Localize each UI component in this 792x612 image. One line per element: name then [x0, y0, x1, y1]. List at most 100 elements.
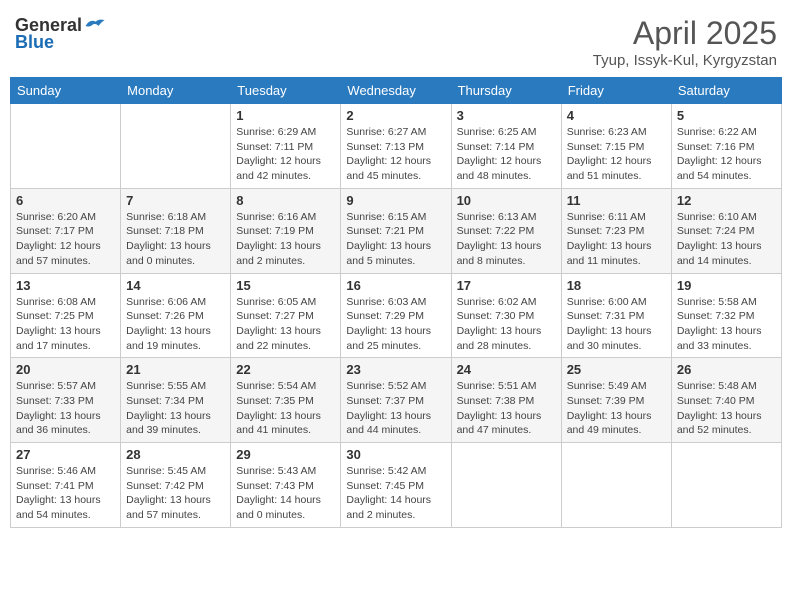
calendar: SundayMondayTuesdayWednesdayThursdayFrid… — [10, 77, 782, 528]
calendar-cell: 1 Sunrise: 6:29 AMSunset: 7:11 PMDaylight… — [231, 104, 341, 189]
day-info: Sunrise: 5:45 AMSunset: 7:42 PMDaylight:… — [126, 464, 225, 523]
day-info: Sunrise: 6:22 AMSunset: 7:16 PMDaylight:… — [677, 125, 776, 184]
day-number: 2 — [346, 108, 445, 123]
calendar-cell: 28 Sunrise: 5:45 AMSunset: 7:42 PMDayligh… — [121, 443, 231, 528]
calendar-cell: 9 Sunrise: 6:15 AMSunset: 7:21 PMDaylight… — [341, 188, 451, 273]
day-info: Sunrise: 5:42 AMSunset: 7:45 PMDaylight:… — [346, 464, 445, 523]
calendar-cell: 22 Sunrise: 5:54 AMSunset: 7:35 PMDayligh… — [231, 358, 341, 443]
day-number: 24 — [457, 362, 556, 377]
day-info: Sunrise: 6:10 AMSunset: 7:24 PMDaylight:… — [677, 210, 776, 269]
weekday-header-monday: Monday — [121, 78, 231, 104]
calendar-cell — [121, 104, 231, 189]
calendar-cell: 10 Sunrise: 6:13 AMSunset: 7:22 PMDayligh… — [451, 188, 561, 273]
day-info: Sunrise: 6:25 AMSunset: 7:14 PMDaylight:… — [457, 125, 556, 184]
calendar-cell: 13 Sunrise: 6:08 AMSunset: 7:25 PMDayligh… — [11, 273, 121, 358]
month-title: April 2025 — [593, 15, 777, 52]
day-number: 23 — [346, 362, 445, 377]
day-number: 26 — [677, 362, 776, 377]
logo: General Blue — [15, 15, 106, 53]
day-info: Sunrise: 5:54 AMSunset: 7:35 PMDaylight:… — [236, 379, 335, 438]
calendar-cell: 5 Sunrise: 6:22 AMSunset: 7:16 PMDaylight… — [671, 104, 781, 189]
calendar-cell: 3 Sunrise: 6:25 AMSunset: 7:14 PMDaylight… — [451, 104, 561, 189]
day-info: Sunrise: 6:16 AMSunset: 7:19 PMDaylight:… — [236, 210, 335, 269]
calendar-cell: 12 Sunrise: 6:10 AMSunset: 7:24 PMDayligh… — [671, 188, 781, 273]
day-info: Sunrise: 6:27 AMSunset: 7:13 PMDaylight:… — [346, 125, 445, 184]
day-number: 1 — [236, 108, 335, 123]
day-info: Sunrise: 5:57 AMSunset: 7:33 PMDaylight:… — [16, 379, 115, 438]
day-number: 4 — [567, 108, 666, 123]
logo-bird-icon — [84, 17, 106, 35]
weekday-header-wednesday: Wednesday — [341, 78, 451, 104]
day-info: Sunrise: 6:13 AMSunset: 7:22 PMDaylight:… — [457, 210, 556, 269]
day-number: 18 — [567, 278, 666, 293]
day-number: 28 — [126, 447, 225, 462]
day-number: 27 — [16, 447, 115, 462]
calendar-cell — [11, 104, 121, 189]
day-number: 25 — [567, 362, 666, 377]
calendar-cell: 8 Sunrise: 6:16 AMSunset: 7:19 PMDaylight… — [231, 188, 341, 273]
day-info: Sunrise: 6:05 AMSunset: 7:27 PMDaylight:… — [236, 295, 335, 354]
day-number: 10 — [457, 193, 556, 208]
calendar-cell: 18 Sunrise: 6:00 AMSunset: 7:31 PMDayligh… — [561, 273, 671, 358]
weekday-header-tuesday: Tuesday — [231, 78, 341, 104]
weekday-header-friday: Friday — [561, 78, 671, 104]
day-info: Sunrise: 5:58 AMSunset: 7:32 PMDaylight:… — [677, 295, 776, 354]
calendar-cell: 11 Sunrise: 6:11 AMSunset: 7:23 PMDayligh… — [561, 188, 671, 273]
header: General Blue April 2025 Tyup, Issyk-Kul,… — [10, 10, 782, 69]
day-info: Sunrise: 6:03 AMSunset: 7:29 PMDaylight:… — [346, 295, 445, 354]
day-info: Sunrise: 5:48 AMSunset: 7:40 PMDaylight:… — [677, 379, 776, 438]
day-number: 3 — [457, 108, 556, 123]
day-info: Sunrise: 6:08 AMSunset: 7:25 PMDaylight:… — [16, 295, 115, 354]
day-info: Sunrise: 6:00 AMSunset: 7:31 PMDaylight:… — [567, 295, 666, 354]
title-area: April 2025 Tyup, Issyk-Kul, Kyrgyzstan — [593, 15, 777, 69]
day-info: Sunrise: 5:55 AMSunset: 7:34 PMDaylight:… — [126, 379, 225, 438]
day-info: Sunrise: 5:51 AMSunset: 7:38 PMDaylight:… — [457, 379, 556, 438]
day-info: Sunrise: 6:29 AMSunset: 7:11 PMDaylight:… — [236, 125, 335, 184]
day-number: 9 — [346, 193, 445, 208]
day-info: Sunrise: 5:46 AMSunset: 7:41 PMDaylight:… — [16, 464, 115, 523]
calendar-cell: 26 Sunrise: 5:48 AMSunset: 7:40 PMDayligh… — [671, 358, 781, 443]
calendar-cell: 27 Sunrise: 5:46 AMSunset: 7:41 PMDayligh… — [11, 443, 121, 528]
calendar-cell: 30 Sunrise: 5:42 AMSunset: 7:45 PMDayligh… — [341, 443, 451, 528]
day-info: Sunrise: 6:20 AMSunset: 7:17 PMDaylight:… — [16, 210, 115, 269]
day-info: Sunrise: 6:18 AMSunset: 7:18 PMDaylight:… — [126, 210, 225, 269]
day-info: Sunrise: 6:02 AMSunset: 7:30 PMDaylight:… — [457, 295, 556, 354]
location-title: Tyup, Issyk-Kul, Kyrgyzstan — [593, 52, 777, 69]
calendar-cell — [451, 443, 561, 528]
logo-blue: Blue — [15, 32, 54, 53]
day-number: 17 — [457, 278, 556, 293]
calendar-cell: 24 Sunrise: 5:51 AMSunset: 7:38 PMDayligh… — [451, 358, 561, 443]
calendar-cell: 15 Sunrise: 6:05 AMSunset: 7:27 PMDayligh… — [231, 273, 341, 358]
day-number: 5 — [677, 108, 776, 123]
day-number: 20 — [16, 362, 115, 377]
calendar-cell: 4Sunrise: 6:23 AMSunset: 7:15 PMDaylight… — [561, 104, 671, 189]
calendar-cell: 19Sunrise: 5:58 AMSunset: 7:32 PMDayligh… — [671, 273, 781, 358]
day-number: 11 — [567, 193, 666, 208]
day-number: 30 — [346, 447, 445, 462]
calendar-cell: 21 Sunrise: 5:55 AMSunset: 7:34 PMDayligh… — [121, 358, 231, 443]
calendar-cell: 7 Sunrise: 6:18 AMSunset: 7:18 PMDaylight… — [121, 188, 231, 273]
calendar-cell: 20 Sunrise: 5:57 AMSunset: 7:33 PMDayligh… — [11, 358, 121, 443]
weekday-header-sunday: Sunday — [11, 78, 121, 104]
calendar-cell — [671, 443, 781, 528]
day-number: 22 — [236, 362, 335, 377]
day-info: Sunrise: 5:49 AMSunset: 7:39 PMDaylight:… — [567, 379, 666, 438]
day-info: Sunrise: 6:15 AMSunset: 7:21 PMDaylight:… — [346, 210, 445, 269]
calendar-cell: 23Sunrise: 5:52 AMSunset: 7:37 PMDayligh… — [341, 358, 451, 443]
day-number: 13 — [16, 278, 115, 293]
day-number: 16 — [346, 278, 445, 293]
day-number: 21 — [126, 362, 225, 377]
day-number: 15 — [236, 278, 335, 293]
day-number: 12 — [677, 193, 776, 208]
day-info: Sunrise: 5:43 AMSunset: 7:43 PMDaylight:… — [236, 464, 335, 523]
calendar-cell: 25 Sunrise: 5:49 AMSunset: 7:39 PMDayligh… — [561, 358, 671, 443]
day-number: 8 — [236, 193, 335, 208]
weekday-header-saturday: Saturday — [671, 78, 781, 104]
day-number: 29 — [236, 447, 335, 462]
day-info: Sunrise: 6:11 AMSunset: 7:23 PMDaylight:… — [567, 210, 666, 269]
day-number: 6 — [16, 193, 115, 208]
day-number: 14 — [126, 278, 225, 293]
calendar-cell: 2 Sunrise: 6:27 AMSunset: 7:13 PMDaylight… — [341, 104, 451, 189]
calendar-cell: 29 Sunrise: 5:43 AMSunset: 7:43 PMDayligh… — [231, 443, 341, 528]
day-number: 7 — [126, 193, 225, 208]
